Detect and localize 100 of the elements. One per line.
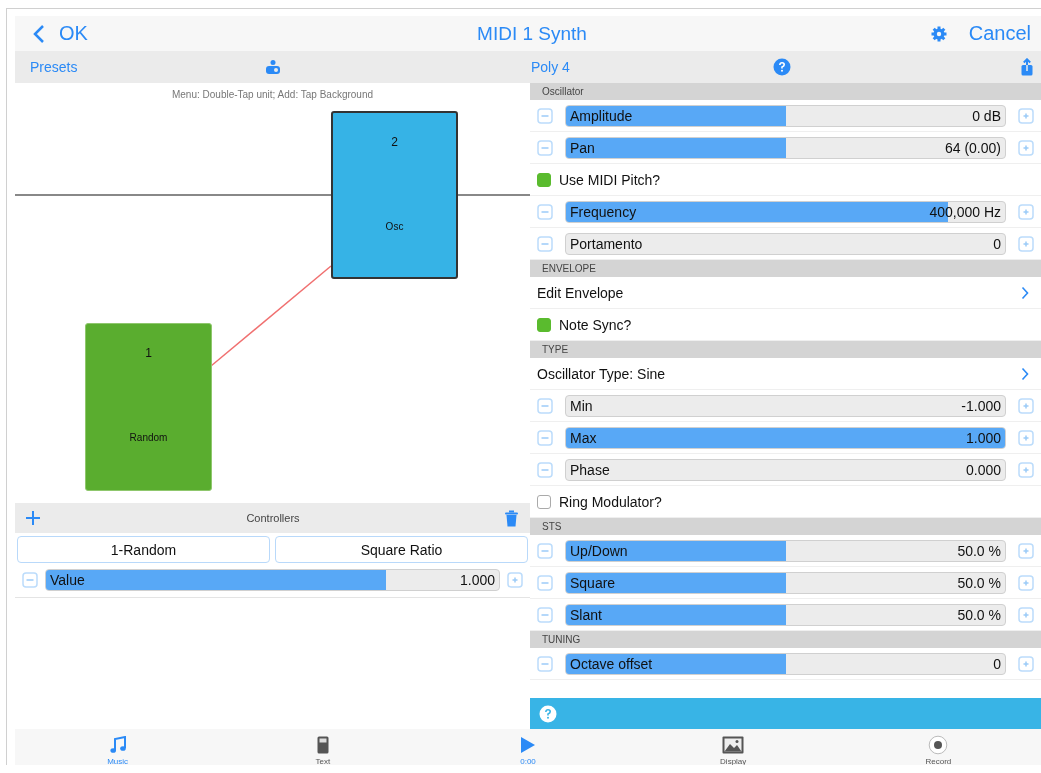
- slider-value: 50.0 %: [957, 606, 1001, 623]
- checkbox-label: Note Sync?: [559, 316, 632, 333]
- chevron-right-icon[interactable]: [1021, 285, 1029, 300]
- add-icon[interactable]: [25, 510, 41, 526]
- unit-block[interactable]: 1 Random: [85, 323, 212, 491]
- slider-value: 64 (0.00): [944, 139, 1001, 156]
- chevron-left-icon: [33, 23, 45, 44]
- tab-bar-item[interactable]: Record: [835, 729, 1041, 765]
- slider[interactable]: Octave offset 0: [565, 652, 1006, 675]
- unit-block[interactable]: 2 Osc: [331, 111, 458, 279]
- record-icon: [928, 734, 949, 755]
- slider-value: 1.000: [965, 429, 1001, 446]
- slider[interactable]: Up/Down 50.0 %: [565, 539, 1006, 562]
- row-label[interactable]: Oscillator Type: Sine: [537, 365, 666, 382]
- slider[interactable]: Max 1.000: [565, 426, 1006, 449]
- minus-icon[interactable]: [537, 574, 553, 591]
- slider-value: 1.000: [459, 572, 495, 588]
- plus-icon[interactable]: [1018, 606, 1034, 623]
- plus-icon[interactable]: [1018, 203, 1034, 220]
- unit-name: Osc: [385, 221, 404, 232]
- slider-label: Portamento: [570, 235, 643, 252]
- share-icon[interactable]: [1021, 58, 1033, 76]
- controllers-title: Controllers: [246, 512, 300, 524]
- slider[interactable]: Portamento 0: [565, 232, 1006, 255]
- plus-icon[interactable]: [1018, 461, 1034, 478]
- slider[interactable]: Phase 0.000: [565, 458, 1006, 481]
- slider-label: Min: [570, 397, 593, 414]
- slider-value: 50.0 %: [957, 542, 1001, 559]
- slider[interactable]: Min -1.000: [565, 394, 1006, 417]
- window-title: MIDI 1 Synth: [477, 22, 587, 45]
- slider-label: Phase: [570, 461, 610, 478]
- checkbox[interactable]: [537, 172, 551, 187]
- minus-icon[interactable]: [537, 542, 553, 559]
- section-header: TUNING: [530, 631, 1041, 648]
- slider[interactable]: Pan 64 (0.00): [565, 136, 1006, 159]
- section-header: TYPE: [530, 341, 1041, 358]
- document-icon: [316, 734, 329, 755]
- slider[interactable]: Slant 50.0 %: [565, 603, 1006, 626]
- minus-icon[interactable]: [22, 572, 38, 588]
- plus-icon[interactable]: [1018, 429, 1034, 446]
- unit-number: 2: [391, 135, 398, 149]
- music-note-icon: [109, 734, 126, 755]
- slider-value: 50.0 %: [957, 574, 1001, 591]
- help-icon[interactable]: [539, 704, 557, 723]
- minus-icon[interactable]: [537, 235, 553, 252]
- people-icon[interactable]: [264, 59, 282, 75]
- hint-text: Menu: Double-Tap unit; Add: Tap Background: [170, 88, 375, 100]
- slider-label: Amplitude: [570, 107, 633, 124]
- minus-icon[interactable]: [537, 397, 553, 414]
- minus-icon[interactable]: [537, 107, 553, 124]
- slider[interactable]: Value 1.000: [45, 569, 500, 591]
- plus-icon[interactable]: [507, 572, 523, 588]
- picture-icon: [722, 734, 745, 755]
- minus-icon[interactable]: [537, 139, 553, 156]
- minus-icon[interactable]: [537, 203, 553, 220]
- plus-icon[interactable]: [1018, 542, 1034, 559]
- plus-icon[interactable]: [1018, 235, 1034, 252]
- unit-name: Random: [129, 432, 168, 443]
- checkbox-label: Use MIDI Pitch?: [559, 171, 661, 188]
- help-icon[interactable]: [773, 58, 791, 76]
- unit-number: 1: [145, 346, 152, 360]
- section-header: STS: [530, 518, 1041, 535]
- section-header: ENVELOPE: [530, 260, 1041, 277]
- checkbox-label: Ring Modulator?: [559, 493, 662, 510]
- slider-label: Slant: [570, 606, 602, 623]
- minus-icon[interactable]: [537, 606, 553, 623]
- slider-value: 0.000: [965, 461, 1001, 478]
- tab-bar-item[interactable]: Display: [630, 729, 836, 765]
- controller-button[interactable]: 1-Random: [17, 536, 270, 563]
- slider-label: Frequency: [570, 203, 637, 220]
- slider-value: 0 dB: [972, 107, 1001, 124]
- slider-value: 0: [993, 235, 1001, 252]
- row-label[interactable]: Edit Envelope: [537, 284, 624, 301]
- plus-icon[interactable]: [1018, 655, 1034, 672]
- tab-bar-item[interactable]: Text: [220, 729, 426, 765]
- plus-icon[interactable]: [1018, 107, 1034, 124]
- slider-label: Square: [570, 574, 616, 591]
- slider-value: 0: [993, 655, 1001, 672]
- slider-label: Up/Down: [570, 542, 628, 559]
- minus-icon[interactable]: [537, 655, 553, 672]
- slider[interactable]: Square 50.0 %: [565, 571, 1006, 594]
- checkbox[interactable]: [537, 494, 551, 509]
- plus-icon[interactable]: [1018, 397, 1034, 414]
- slider-label: Octave offset: [570, 655, 653, 672]
- chevron-right-icon[interactable]: [1021, 366, 1029, 381]
- plus-icon[interactable]: [1018, 574, 1034, 591]
- trash-icon[interactable]: [505, 509, 518, 527]
- slider-label: Pan: [570, 139, 595, 156]
- settings-icon[interactable]: [930, 25, 947, 42]
- minus-icon[interactable]: [537, 461, 553, 478]
- minus-icon[interactable]: [537, 429, 553, 446]
- slider-label: Max: [570, 429, 597, 446]
- slider-label: Value: [50, 572, 85, 588]
- checkbox[interactable]: [537, 317, 551, 332]
- section-header: Oscillator: [530, 83, 1041, 100]
- controller-button[interactable]: Square Ratio: [275, 536, 528, 563]
- slider-value: -1.000: [961, 397, 1001, 414]
- slider[interactable]: Amplitude 0 dB: [565, 104, 1006, 127]
- play-icon: [520, 734, 536, 755]
- plus-icon[interactable]: [1018, 139, 1034, 156]
